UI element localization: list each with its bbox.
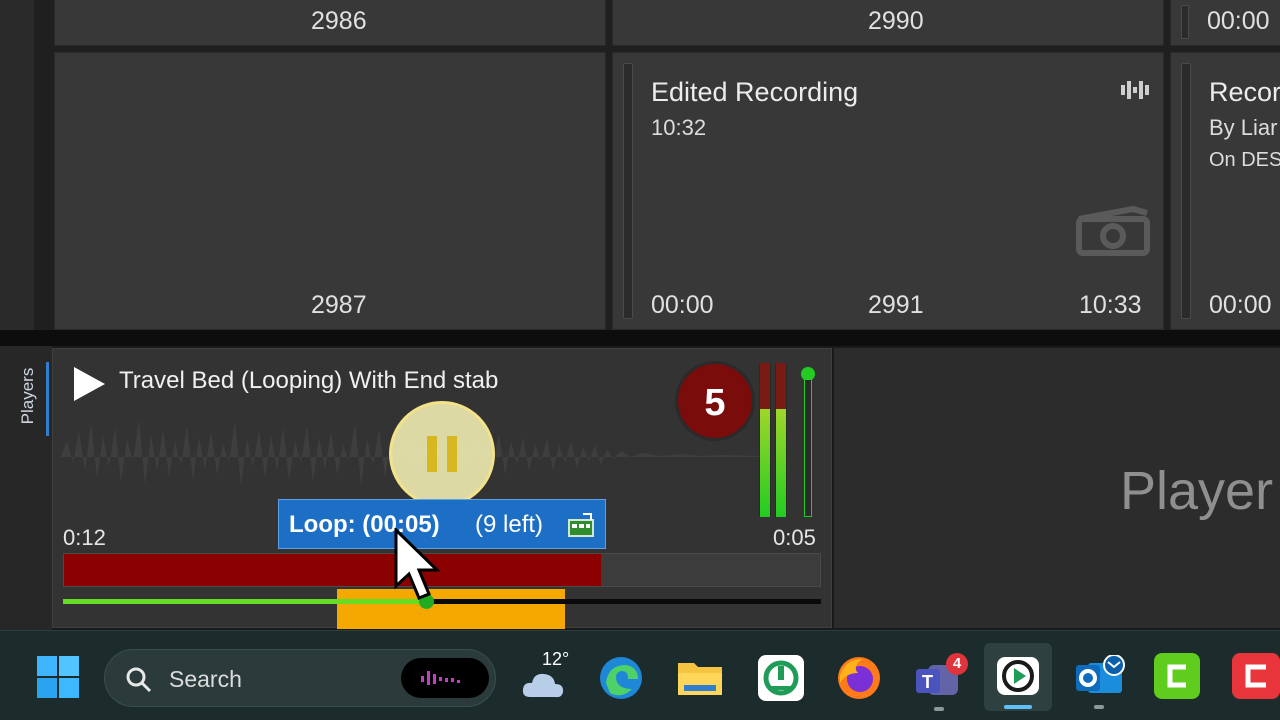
windows-start-icon[interactable] (36, 655, 80, 699)
outlook-icon (1076, 655, 1125, 693)
empty-player-label: Player (1120, 461, 1274, 521)
loop-region-marker (337, 589, 565, 629)
cart-location: On DES (1209, 149, 1280, 171)
active-app-indicator (1004, 705, 1032, 709)
level-meter-master (804, 379, 812, 517)
cart-tile-2990[interactable]: 2990 (612, 0, 1164, 46)
search-placeholder: Search (169, 666, 242, 692)
cart-start-time: 00:00 (1209, 291, 1272, 319)
widget-icon[interactable] (401, 658, 489, 698)
cart-time: 00:00 (1207, 7, 1270, 35)
edge-icon[interactable] (598, 655, 644, 701)
pause-button[interactable] (389, 401, 495, 507)
cart-tile-recording-partial[interactable]: Recor By Liar On DES 00:00 (1170, 52, 1280, 330)
loop-remaining-count: (9 left) (475, 511, 544, 538)
svg-text:T: T (922, 672, 933, 692)
weather-icon (522, 673, 564, 698)
remaining-time: 0:05 (773, 525, 816, 550)
search-icon (126, 667, 152, 693)
weather-widget[interactable]: 12° (518, 649, 569, 709)
teams-notification-badge: 4 (946, 653, 968, 675)
left-sidebar-strip (0, 0, 34, 330)
teams-app[interactable]: T 4 (914, 653, 968, 711)
section-divider (0, 330, 1280, 346)
elapsed-time: 0:12 (63, 525, 106, 550)
file-explorer-icon[interactable] (676, 655, 724, 699)
tab-active-indicator (46, 362, 49, 436)
progress-fill (64, 554, 601, 586)
level-meter-left (759, 363, 771, 517)
cart-tile-edited-recording[interactable]: Edited Recording 10:32 00:00 2991 10:33 (612, 52, 1164, 330)
red-app-icon (1245, 664, 1266, 688)
position-track-played (63, 599, 427, 604)
tile-status-bar (1181, 63, 1191, 319)
outlook-app[interactable] (1074, 649, 1130, 709)
red-app[interactable] (1232, 653, 1280, 699)
cart-title: Edited Recording (651, 77, 859, 107)
pause-icon (427, 436, 457, 472)
cart-number: 2990 (868, 7, 924, 35)
camtasia-icon (1167, 664, 1186, 688)
radio-app-icon[interactable] (758, 655, 804, 701)
cart-number: 2986 (311, 7, 367, 35)
cart-start-time: 00:00 (651, 291, 714, 319)
cart-author: By Liar (1209, 115, 1278, 140)
queue-number-badge: 5 (675, 361, 755, 441)
player-app-taskbar-button[interactable] (984, 643, 1052, 711)
cart-tile-2986[interactable]: 2986 (54, 0, 606, 46)
player-panel-2[interactable]: Player (834, 348, 1280, 628)
firefox-icon[interactable] (836, 655, 882, 701)
cart-title: Recor (1209, 77, 1280, 107)
cart-tile-2987[interactable]: 2987 (54, 52, 606, 330)
cart-tile-partial-top[interactable]: 00:00 (1170, 0, 1280, 46)
teams-notification-count: 4 (952, 655, 962, 672)
camtasia-app[interactable] (1154, 653, 1200, 699)
cart-number: 2987 (311, 291, 367, 319)
level-meter-right (775, 363, 787, 517)
tile-status-bar (1181, 5, 1189, 39)
cart-wall: 2986 2990 00:00 2987 Edited Recording 10… (34, 0, 1280, 330)
tab-players[interactable]: Players (14, 356, 49, 438)
cart-end-time: 10:33 (1079, 291, 1142, 319)
waveform-icon (1121, 81, 1149, 99)
loop-cart-icon (568, 513, 594, 537)
cart-number: 2991 (868, 291, 924, 319)
taskbar: Search 12° T 4 (0, 630, 1280, 720)
cart-duration: 10:32 (651, 115, 707, 140)
play-icon[interactable] (71, 365, 107, 403)
queue-number: 5 (704, 382, 726, 424)
track-title: Travel Bed (Looping) With End stab (119, 367, 499, 394)
tile-status-bar (623, 63, 633, 319)
camera-icon (1076, 205, 1150, 256)
mouse-cursor-icon (394, 528, 441, 600)
taskbar-search-box[interactable]: Search (104, 649, 496, 707)
tab-players-label: Players (18, 367, 37, 425)
player-app-icon (997, 657, 1039, 695)
